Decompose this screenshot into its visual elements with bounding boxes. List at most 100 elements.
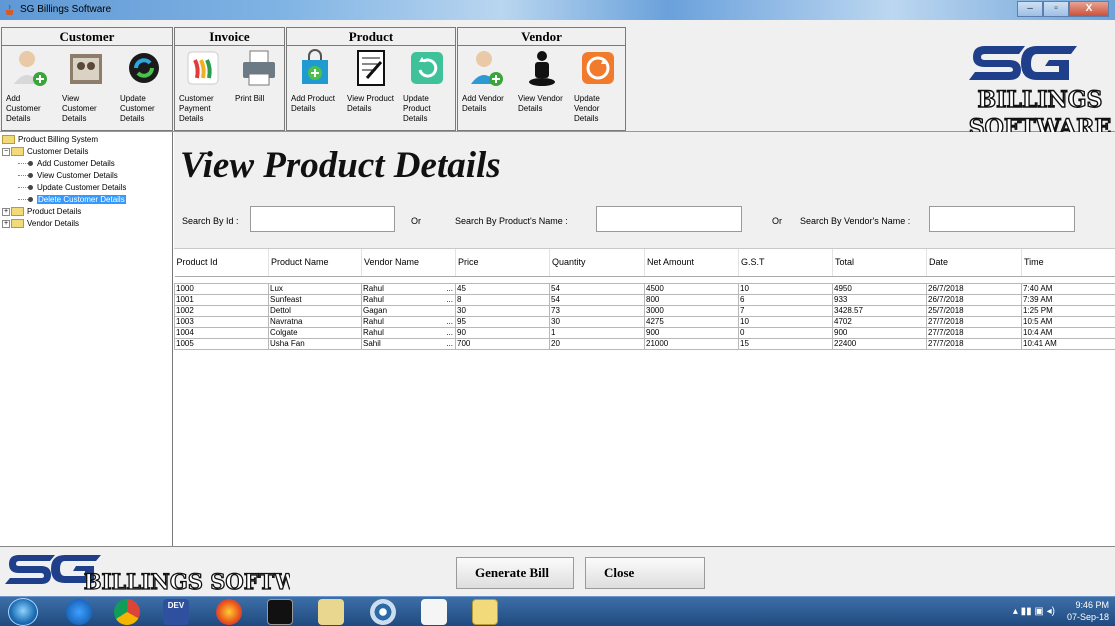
column-header[interactable]: Product Id xyxy=(174,249,269,277)
clock-date: 07-Sep-18 xyxy=(1066,612,1109,622)
view-vendor-icon xyxy=(529,51,555,86)
column-header[interactable]: Quantity xyxy=(549,249,645,277)
table-row[interactable]: 1002 Dettol Gagan 30 73 3000 7 3428.57 25/7/… xyxy=(174,304,1115,317)
chrome-remote-icon[interactable] xyxy=(66,599,92,625)
add-vendor-icon xyxy=(471,51,503,86)
logo-line1: BILLINGS xyxy=(978,87,1103,113)
window-title: SG Billings Software xyxy=(20,4,112,15)
view-vendor-button[interactable]: View Vendor Details xyxy=(516,48,568,114)
bottom-bar: BILLINGS SOFTWARE Generate Bill Close xyxy=(0,546,1115,596)
customer-payment-button[interactable]: Customer Payment Details xyxy=(177,48,229,124)
close-window-button[interactable]: X xyxy=(1069,1,1109,17)
group-heading-customer: Customer xyxy=(2,28,172,46)
update-product-button[interactable]: Update Product Details xyxy=(401,48,453,124)
product-group: Product Add Product Details View Product… xyxy=(286,27,456,131)
minimize-button[interactable]: – xyxy=(1017,1,1043,17)
or-label: Or xyxy=(772,216,782,226)
title-bar: SG Billings Software – ▫ X xyxy=(0,0,1115,20)
add-customer-icon xyxy=(14,51,47,86)
folder-icon xyxy=(2,135,15,145)
search-vendor-name-label: Search By Vendor's Name : xyxy=(800,216,911,226)
add-product-button[interactable]: Add Product Details xyxy=(289,48,341,114)
taskbar: DEV ▴ ▮▮ ▣ ◂) 9:46 PM 07-Sep-18 xyxy=(0,596,1115,626)
system-tray-icons[interactable]: ▴ ▮▮ ▣ ◂) xyxy=(1013,606,1055,617)
table-row[interactable]: 1003 Navratna Rahul... 95 30 4275 10 4702 27… xyxy=(174,315,1115,328)
view-product-button[interactable]: View Product Details xyxy=(345,48,397,114)
column-header[interactable]: Vendor Name xyxy=(361,249,456,277)
column-header[interactable]: Net Amount xyxy=(644,249,739,277)
view-customer-button[interactable]: View Customer Details xyxy=(60,48,112,124)
table-row[interactable]: 1004 Colgate Rahul... 90 1 900 0 900 27/7/20… xyxy=(174,326,1115,339)
dev-cpp-icon[interactable]: DEV xyxy=(163,599,189,625)
payment-icon xyxy=(187,51,219,85)
tree-add-customer[interactable]: Add Customer Details xyxy=(0,158,172,170)
view-product-icon xyxy=(357,50,385,86)
bullet-icon xyxy=(28,197,33,203)
java-icon[interactable] xyxy=(421,599,447,625)
clock-time: 9:46 PM xyxy=(1075,600,1109,610)
table-row[interactable]: 1001 Sunfeast Rahul... 8 54 800 6 933 26/7/2… xyxy=(174,293,1115,306)
collapse-icon[interactable]: − xyxy=(2,147,10,156)
tree-update-customer[interactable]: Update Customer Details xyxy=(0,182,172,194)
customer-group: Customer Add Customer Details View Custo… xyxy=(1,27,173,131)
search-vendor-name-input[interactable] xyxy=(929,206,1075,232)
tree-root[interactable]: Product Billing System xyxy=(0,134,172,146)
main-panel: View Product Details Search By Id : Or S… xyxy=(174,132,1115,546)
tree-vendor-details[interactable]: + Vendor Details xyxy=(0,218,172,230)
group-heading-product: Product xyxy=(287,28,455,46)
bullet-icon xyxy=(28,173,33,179)
column-header[interactable]: G.S.T xyxy=(738,249,833,277)
view-customer-icon xyxy=(70,54,102,84)
bullet-icon xyxy=(28,161,33,167)
tree-view-customer[interactable]: View Customer Details xyxy=(0,170,172,182)
add-vendor-button[interactable]: Add Vendor Details xyxy=(460,48,512,114)
media-icon[interactable] xyxy=(370,599,396,625)
chrome-icon[interactable] xyxy=(114,599,140,625)
add-customer-button[interactable]: Add Customer Details xyxy=(4,48,56,124)
java-cup-icon xyxy=(6,4,13,15)
folder-icon xyxy=(11,147,24,157)
expand-icon[interactable]: + xyxy=(2,207,10,216)
or-label: Or xyxy=(411,216,421,226)
column-header[interactable]: Price xyxy=(455,249,550,277)
group-heading-vendor: Vendor xyxy=(458,28,625,46)
navigation-tree: Product Billing System − Customer Details… xyxy=(0,132,173,546)
toolbar: Customer Add Customer Details View Custo… xyxy=(0,20,1115,142)
search-id-label: Search By Id : xyxy=(182,216,239,226)
update-vendor-button[interactable]: Update Vendor Details xyxy=(572,48,624,124)
clock[interactable]: 9:46 PM 07-Sep-18 xyxy=(1067,599,1109,623)
vendor-group: Vendor Add Vendor Details View Vendor De… xyxy=(457,27,626,131)
file-explorer-icon[interactable] xyxy=(472,599,498,625)
table-header-row: Product Id Product Name Vendor Name Pric… xyxy=(174,249,1115,277)
table-row[interactable]: 1005 Usha Fan Sahil... 700 20 21000 15 2240… xyxy=(174,337,1115,350)
invoice-group: Invoice Customer Payment Details Print B… xyxy=(174,27,285,131)
maximize-button[interactable]: ▫ xyxy=(1043,1,1069,17)
close-button[interactable]: Close xyxy=(585,557,705,589)
update-customer-icon xyxy=(129,53,159,83)
column-header[interactable]: Date xyxy=(926,249,1022,277)
app-window: SG Billings Software – ▫ X Customer Add … xyxy=(0,0,1115,626)
tree-product-details[interactable]: + Product Details xyxy=(0,206,172,218)
generate-bill-button[interactable]: Generate Bill xyxy=(456,557,574,589)
start-button[interactable] xyxy=(8,598,38,626)
table-row[interactable]: 1000 Lux Rahul... 45 54 4500 10 4950 26/7/20… xyxy=(174,282,1115,295)
update-customer-button[interactable]: Update Customer Details xyxy=(118,48,170,124)
sg-logo-bottom: BILLINGS SOFTWARE xyxy=(5,555,290,595)
logo-bottom-text: BILLINGS SOFTWARE xyxy=(84,569,290,594)
notepad-plus-icon[interactable] xyxy=(318,599,344,625)
command-prompt-icon[interactable] xyxy=(267,599,293,625)
print-bill-button[interactable]: Print Bill xyxy=(233,48,285,104)
search-id-input[interactable] xyxy=(250,206,395,232)
printer-icon xyxy=(243,50,275,86)
firefox-icon[interactable] xyxy=(216,599,242,625)
column-header[interactable]: Product Name xyxy=(268,249,362,277)
tree-customer-details[interactable]: − Customer Details xyxy=(0,146,172,158)
folder-icon xyxy=(11,207,24,217)
search-product-name-input[interactable] xyxy=(596,206,742,232)
page-title: View Product Details xyxy=(180,145,501,186)
tree-delete-customer[interactable]: Delete Customer Details xyxy=(0,194,172,206)
column-header[interactable]: Total xyxy=(832,249,927,277)
column-header[interactable]: Time xyxy=(1021,249,1115,277)
group-heading-invoice: Invoice xyxy=(175,28,284,46)
expand-icon[interactable]: + xyxy=(2,219,10,228)
